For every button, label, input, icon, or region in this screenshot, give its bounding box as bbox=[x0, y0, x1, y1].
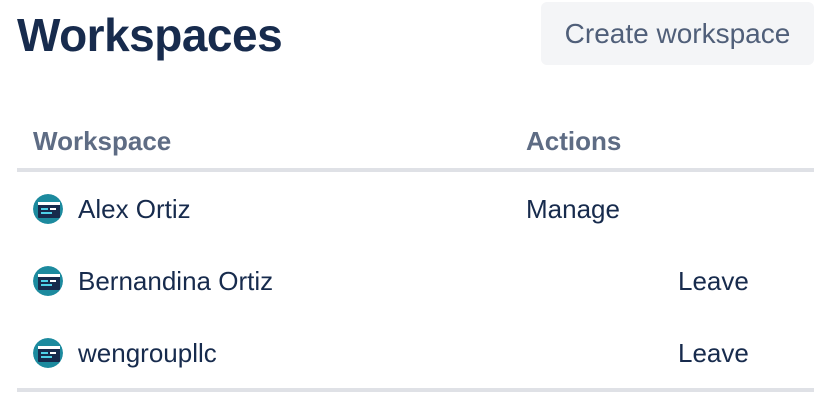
table-row: Bernandina Ortiz Leave bbox=[17, 244, 814, 316]
workspace-name[interactable]: wengroupllc bbox=[78, 338, 217, 369]
page-title: Workspaces bbox=[17, 9, 283, 61]
workspace-avatar-icon bbox=[33, 266, 63, 296]
leave-link[interactable]: Leave bbox=[678, 338, 749, 369]
table-header: Workspace Actions bbox=[17, 118, 814, 172]
column-header-workspace: Workspace bbox=[33, 126, 172, 156]
workspace-name[interactable]: Bernandina Ortiz bbox=[78, 266, 273, 297]
workspace-name[interactable]: Alex Ortiz bbox=[78, 194, 191, 225]
workspace-avatar-icon bbox=[33, 338, 63, 368]
workspace-avatar-icon bbox=[33, 194, 63, 224]
workspaces-table: Workspace Actions Alex Ortiz Manage Bern… bbox=[17, 118, 814, 392]
table-row: Alex Ortiz Manage bbox=[17, 172, 814, 244]
table-row: wengroupllc Leave bbox=[17, 316, 814, 388]
manage-link[interactable]: Manage bbox=[526, 194, 620, 225]
table-body: Alex Ortiz Manage Bernandina Ortiz Leave bbox=[17, 172, 814, 392]
create-workspace-button[interactable]: Create workspace bbox=[541, 2, 814, 65]
leave-link[interactable]: Leave bbox=[678, 266, 749, 297]
column-header-actions: Actions bbox=[526, 126, 622, 156]
